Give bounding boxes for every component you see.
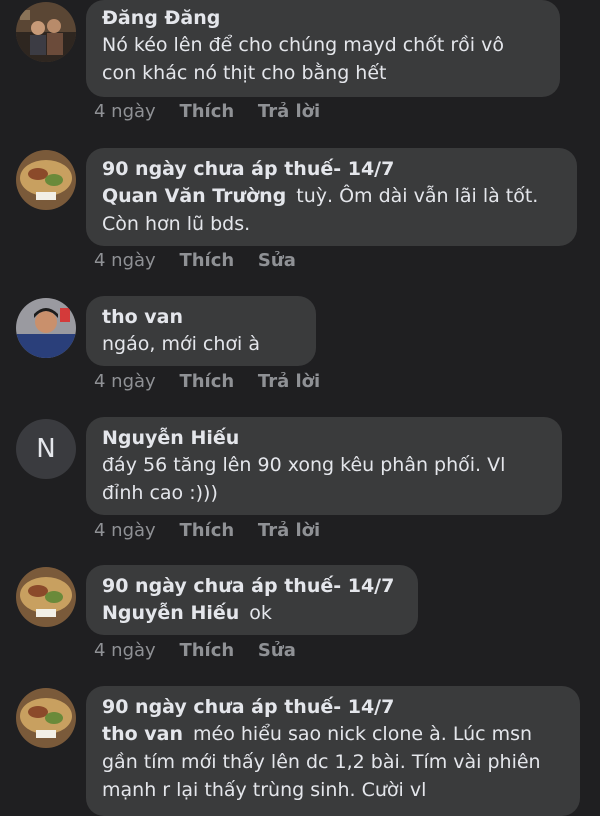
- avatar[interactable]: N: [16, 419, 76, 479]
- comment-text: ngáo, mới chơi à: [102, 333, 260, 355]
- avatar[interactable]: [16, 567, 76, 627]
- comment-bubble: tho van ngáo, mới chơi à: [86, 296, 316, 366]
- comment-time[interactable]: 4 ngày: [94, 640, 156, 661]
- edit-button[interactable]: Sửa: [258, 640, 296, 661]
- avatar[interactable]: [16, 298, 76, 358]
- comment-bubble: Đăng Đăng Nó kéo lên để cho chúng mayd c…: [86, 0, 560, 97]
- reply-button[interactable]: Trả lời: [258, 371, 320, 392]
- food-photo-icon: [16, 150, 76, 210]
- avatar-letter: N: [36, 434, 56, 464]
- like-button[interactable]: Thích: [179, 371, 234, 392]
- person-photo-icon: [16, 2, 76, 62]
- mention-link[interactable]: Quan Văn Trường: [102, 185, 286, 207]
- comment-actions: 4 ngày Thích Sửa: [94, 640, 314, 661]
- comment-time[interactable]: 4 ngày: [94, 250, 156, 271]
- comment-actions: 4 ngày Thích Trả lời: [94, 520, 338, 541]
- reply-button[interactable]: Trả lời: [258, 520, 320, 541]
- like-button[interactable]: Thích: [179, 250, 234, 271]
- comment-bubble: 90 ngày chưa áp thuế- 14/7 tho van méo hi…: [86, 686, 580, 816]
- like-button[interactable]: Thích: [179, 520, 234, 541]
- like-button[interactable]: Thích: [179, 101, 234, 122]
- comment-author[interactable]: Đăng Đăng: [102, 6, 544, 31]
- person-photo-icon: [16, 298, 76, 358]
- comment-author[interactable]: 90 ngày chưa áp thuế- 14/7: [102, 157, 561, 182]
- comment-time[interactable]: 4 ngày: [94, 520, 156, 541]
- comment-text: đáy 56 tăng lên 90 xong kêu phân phối. V…: [102, 454, 506, 504]
- food-photo-icon: [16, 567, 76, 627]
- food-photo-icon: [16, 688, 76, 748]
- avatar[interactable]: [16, 2, 76, 62]
- comment-author[interactable]: 90 ngày chưa áp thuế- 14/7: [102, 574, 402, 599]
- comment-text-block: Quan Văn Trường tuỳ. Ôm dài vẫn lãi là tố…: [102, 182, 561, 238]
- avatar[interactable]: [16, 150, 76, 210]
- comment-bubble: 90 ngày chưa áp thuế- 14/7 Quan Văn Trườ…: [86, 148, 577, 246]
- comment-author[interactable]: tho van: [102, 305, 300, 330]
- reply-button[interactable]: Trả lời: [258, 101, 320, 122]
- comment-time[interactable]: 4 ngày: [94, 371, 156, 392]
- comment-actions: 4 ngày Thích Sửa: [94, 250, 314, 271]
- comment-bubble: Nguyễn Hiếu đáy 56 tăng lên 90 xong kêu …: [86, 417, 562, 515]
- comment-author[interactable]: 90 ngày chưa áp thuế- 14/7: [102, 695, 564, 720]
- comment-bubble: 90 ngày chưa áp thuế- 14/7 Nguyễn Hiếu ok: [86, 565, 418, 635]
- comment-text-block: Nguyễn Hiếu ok: [102, 599, 402, 627]
- avatar[interactable]: [16, 688, 76, 748]
- comment-author[interactable]: Nguyễn Hiếu: [102, 426, 546, 451]
- mention-link[interactable]: tho van: [102, 723, 183, 745]
- comment-actions: 4 ngày Thích Trả lời: [94, 371, 338, 392]
- like-button[interactable]: Thích: [179, 640, 234, 661]
- comment-actions: 4 ngày Thích Trả lời: [94, 101, 338, 122]
- comment-time[interactable]: 4 ngày: [94, 101, 156, 122]
- comment-text: Nó kéo lên để cho chúng mayd chốt rồi vô…: [102, 34, 504, 84]
- edit-button[interactable]: Sửa: [258, 250, 296, 271]
- comment-text-block: tho van méo hiểu sao nick clone à. Lúc ms…: [102, 720, 564, 804]
- comment-text: ok: [249, 602, 272, 624]
- mention-link[interactable]: Nguyễn Hiếu: [102, 602, 239, 624]
